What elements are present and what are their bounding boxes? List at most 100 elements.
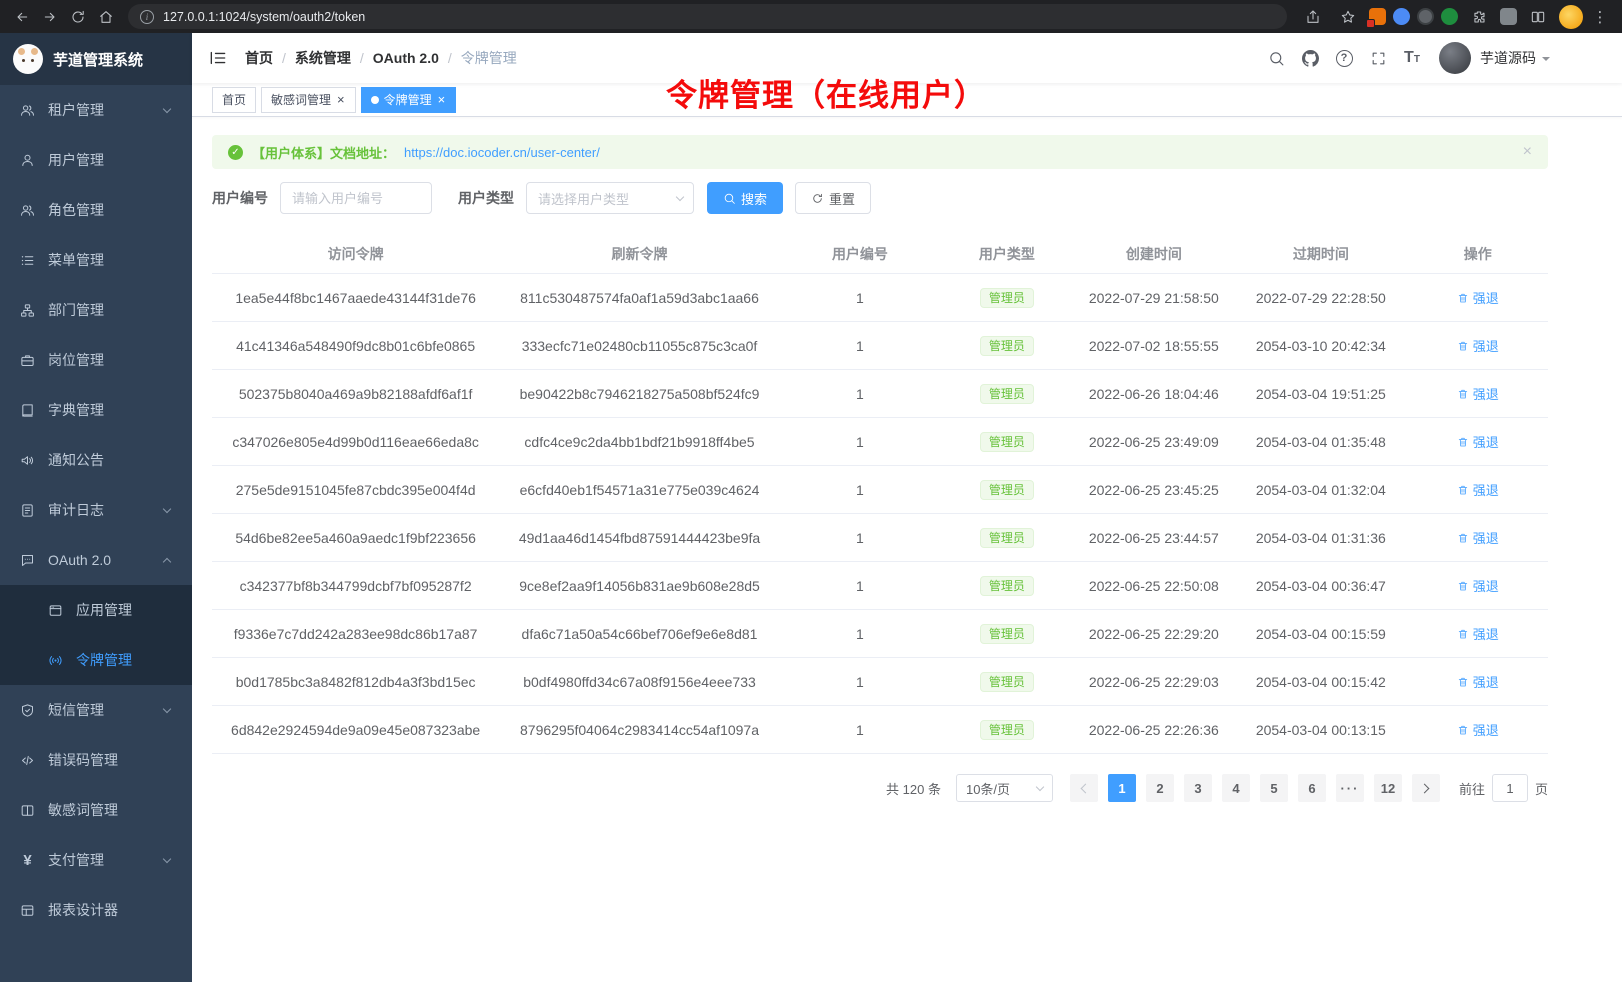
- page-button-1[interactable]: 1: [1108, 774, 1136, 802]
- briefcase-icon: [20, 353, 35, 368]
- goto-suffix: 页: [1535, 779, 1548, 798]
- close-tab-icon[interactable]: ×: [336, 93, 346, 106]
- tab-home[interactable]: 首页: [212, 87, 256, 113]
- sidebar-item-oauth2-token[interactable]: 令牌管理: [0, 635, 192, 685]
- sidebar-item-oauth2-client[interactable]: 应用管理: [0, 585, 192, 635]
- sidebar-item-error-code[interactable]: 错误码管理: [0, 735, 192, 785]
- site-info-icon[interactable]: i: [140, 10, 154, 24]
- page-button-4[interactable]: 4: [1222, 774, 1250, 802]
- page-button-2[interactable]: 2: [1146, 774, 1174, 802]
- extension-icon-3[interactable]: [1417, 8, 1434, 25]
- chevron-down-icon: [163, 704, 171, 712]
- share-button[interactable]: [1299, 3, 1327, 31]
- trash-icon: [1457, 340, 1469, 352]
- browser-menu-icon[interactable]: ⋮: [1590, 3, 1610, 31]
- sidebar-item-menu[interactable]: 菜单管理: [0, 235, 192, 285]
- sidebar-item-sms[interactable]: 短信管理: [0, 685, 192, 735]
- browser-back-button[interactable]: [8, 3, 36, 31]
- tab-label: 令牌管理: [384, 91, 432, 108]
- bookmark-button[interactable]: [1334, 3, 1362, 31]
- doc-link[interactable]: https://doc.iocoder.cn/user-center/: [404, 145, 600, 160]
- browser-profile-avatar[interactable]: [1559, 5, 1583, 29]
- browser-home-button[interactable]: [92, 3, 120, 31]
- reset-button[interactable]: 重置: [795, 182, 871, 214]
- extension-icon-5[interactable]: [1500, 8, 1517, 25]
- cell-actions: 强退: [1408, 288, 1548, 307]
- address-bar[interactable]: i 127.0.0.1:1024/system/oauth2/token: [128, 4, 1287, 29]
- page-button-5[interactable]: 5: [1260, 774, 1288, 802]
- sidebar-item-user[interactable]: 用户管理: [0, 135, 192, 185]
- force-logout-button[interactable]: 强退: [1457, 432, 1499, 451]
- extension-icon-4[interactable]: [1441, 8, 1458, 25]
- extension-icon-2[interactable]: [1393, 8, 1410, 25]
- cell-expire-time: 2054-03-04 00:36:47: [1234, 578, 1408, 594]
- page-button-12[interactable]: 12: [1374, 774, 1402, 802]
- page-size-select[interactable]: 10条/页: [956, 774, 1053, 802]
- reload-icon: [70, 9, 86, 25]
- sidebar-item-pay[interactable]: ¥支付管理: [0, 835, 192, 885]
- breadcrumb-oauth2[interactable]: OAuth 2.0: [373, 50, 439, 66]
- tab-token[interactable]: 令牌管理 ×: [361, 87, 457, 113]
- breadcrumb-home[interactable]: 首页: [245, 48, 273, 68]
- chevron-up-icon: [163, 557, 171, 565]
- tab-sensitive-word[interactable]: 敏感词管理×: [261, 87, 356, 113]
- cell-access-token: 1ea5e44f8bc1467aaede43144f31de76: [212, 290, 499, 306]
- prev-page-button[interactable]: [1070, 774, 1098, 802]
- sidebar-item-tenant[interactable]: 租户管理: [0, 85, 192, 135]
- header-search-button[interactable]: [1259, 41, 1293, 75]
- sidebar-item-oauth2[interactable]: OAuth 2.0: [0, 535, 192, 585]
- more-pages-button[interactable]: ···: [1336, 774, 1364, 802]
- force-logout-button[interactable]: 强退: [1457, 672, 1499, 691]
- logo-avatar: [13, 44, 43, 74]
- sidebar-item-role[interactable]: 角色管理: [0, 185, 192, 235]
- browser-reload-button[interactable]: [64, 3, 92, 31]
- force-logout-button[interactable]: 强退: [1457, 288, 1499, 307]
- sidebar-item-sensitive-word[interactable]: 敏感词管理: [0, 785, 192, 835]
- username-dropdown[interactable]: 芋道源码: [1480, 48, 1536, 68]
- app-window-icon: [48, 603, 63, 618]
- alert-close-icon[interactable]: ×: [1523, 144, 1532, 160]
- user-id-input[interactable]: [280, 182, 432, 214]
- sidebar-item-dict[interactable]: 字典管理: [0, 385, 192, 435]
- sidebar-item-notice[interactable]: 通知公告: [0, 435, 192, 485]
- cell-expire-time: 2054-03-04 00:13:15: [1234, 722, 1408, 738]
- trash-icon: [1457, 532, 1469, 544]
- force-logout-button[interactable]: 强退: [1457, 576, 1499, 595]
- force-logout-button[interactable]: 强退: [1457, 336, 1499, 355]
- tab-split-button[interactable]: [1524, 3, 1552, 31]
- cell-actions: 强退: [1408, 672, 1548, 691]
- browser-forward-button[interactable]: [36, 3, 64, 31]
- cell-user-id: 1: [780, 578, 940, 594]
- sidebar-toggle-button[interactable]: [208, 48, 228, 68]
- cell-user-id: 1: [780, 482, 940, 498]
- page-button-6[interactable]: 6: [1298, 774, 1326, 802]
- breadcrumb-system[interactable]: 系统管理: [295, 48, 351, 68]
- page-button-3[interactable]: 3: [1184, 774, 1212, 802]
- cell-user-type: 管理员: [940, 528, 1074, 548]
- goto-page-input[interactable]: [1492, 774, 1528, 802]
- sidebar-item-post[interactable]: 岗位管理: [0, 335, 192, 385]
- sidebar-item-audit-log[interactable]: 审计日志: [0, 485, 192, 535]
- user-type-select[interactable]: 请选择用户类型: [526, 182, 694, 214]
- column-user-type: 用户类型: [940, 244, 1074, 264]
- extensions-button[interactable]: [1465, 3, 1493, 31]
- force-logout-button[interactable]: 强退: [1457, 480, 1499, 499]
- help-button[interactable]: ?: [1327, 41, 1361, 75]
- fullscreen-button[interactable]: [1361, 41, 1395, 75]
- search-button[interactable]: 搜索: [707, 182, 783, 214]
- sidebar-item-dept[interactable]: 部门管理: [0, 285, 192, 335]
- force-logout-button[interactable]: 强退: [1457, 384, 1499, 403]
- user-avatar[interactable]: [1439, 42, 1471, 74]
- extension-icon-1[interactable]: [1369, 8, 1386, 25]
- main-area: 首页 / 系统管理 / OAuth 2.0 / 令牌管理 ? TT 芋道源码 首…: [192, 33, 1622, 982]
- cell-refresh-token: 9ce8ef2aa9f14056b831ae9b608e28d5: [499, 578, 780, 594]
- force-logout-button[interactable]: 强退: [1457, 624, 1499, 643]
- font-size-button[interactable]: TT: [1395, 41, 1429, 75]
- next-page-button[interactable]: [1412, 774, 1440, 802]
- force-logout-button[interactable]: 强退: [1457, 528, 1499, 547]
- sidebar-item-report-designer[interactable]: 报表设计器: [0, 885, 192, 935]
- github-button[interactable]: [1293, 41, 1327, 75]
- close-tab-icon[interactable]: ×: [437, 93, 447, 106]
- force-logout-button[interactable]: 强退: [1457, 720, 1499, 739]
- column-refresh-token: 刷新令牌: [499, 244, 780, 264]
